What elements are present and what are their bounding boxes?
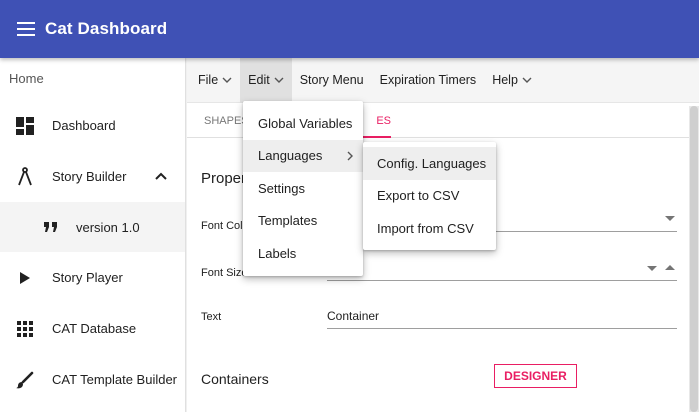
menu-edit-label: Edit [248,73,270,87]
hamburger-menu-icon[interactable] [17,22,35,36]
app-bar: Cat Dashboard [0,0,699,58]
menu-item-templates[interactable]: Templates [243,205,363,238]
edit-dropdown-menu: Global Variables Languages Settings Temp… [243,101,363,276]
sidebar-item-label: Story Builder [52,169,127,184]
containers-heading: Containers [201,371,269,387]
compass-icon [14,166,36,187]
text-input[interactable]: Container [327,301,677,329]
font-size-label: Font Size [201,267,248,279]
chevron-down-icon [274,77,284,83]
chevron-up-icon[interactable] [155,168,167,183]
menu-item-settings[interactable]: Settings [243,172,363,205]
quote-icon [40,217,62,237]
menu-expiration-timers[interactable]: Expiration Timers [372,58,485,103]
menu-item-languages-label: Languages [258,148,323,164]
vertical-scrollbar[interactable] [689,106,699,412]
dashboard-icon [14,116,36,136]
designer-button[interactable]: DESIGNER [494,364,577,388]
text-input-value: Container [327,309,380,323]
chevron-down-icon [522,77,532,83]
languages-submenu: Config. Languages Export to CSV Import f… [363,142,496,250]
sidebar-item-story-player[interactable]: Story Player [0,252,185,303]
menu-item-export-csv[interactable]: Export to CSV [363,180,496,213]
menu-expiration-label: Expiration Timers [379,73,477,87]
sidebar-item-cat-database[interactable]: CAT Database [0,303,185,354]
sidebar-item-label: CAT Template Builder [52,372,178,387]
menu-file-label: File [198,73,219,87]
section-title: Proper [201,170,247,187]
text-label: Text [201,311,222,323]
font-size-stepper[interactable] [327,253,677,281]
menu-help-label: Help [492,73,518,87]
grid-icon [14,319,36,339]
menu-item-labels[interactable]: Labels [243,237,363,270]
sidebar-item-cat-template-builder[interactable]: CAT Template Builder [0,354,185,405]
sidebar-item-version[interactable]: version 1.0 [0,202,185,252]
sidebar-item-label: CAT Database [52,321,137,336]
brush-icon [14,370,36,390]
scrollbar-thumb[interactable] [690,106,698,412]
sidebar-home-link[interactable]: Home [0,58,185,100]
menu-item-config-languages[interactable]: Config. Languages [363,147,496,180]
menu-file[interactable]: File [190,58,240,103]
tab-properties[interactable]: ES [363,104,391,138]
tab-shapes[interactable]: SHAPES [204,104,249,138]
menu-item-global-variables[interactable]: Global Variables [243,107,363,140]
sidebar-item-dashboard[interactable]: Dashboard [0,100,185,151]
font-color-label: Font Colo [201,220,249,232]
dropdown-arrow-icon [665,216,675,221]
sidebar-item-story-builder[interactable]: Story Builder [0,151,185,202]
play-icon [14,268,36,288]
menu-item-languages[interactable]: Languages [243,139,363,172]
decrement-arrow-icon[interactable] [647,266,657,271]
app-title: Cat Dashboard [45,19,168,38]
menu-story-label: Story Menu [299,73,364,87]
sidebar-item-label: Dashboard [52,118,116,133]
sidebar-item-label: version 1.0 [76,219,140,235]
menu-story-menu[interactable]: Story Menu [292,58,372,103]
increment-arrow-icon[interactable] [665,265,675,270]
menu-help[interactable]: Help [484,58,540,103]
chevron-down-icon [222,77,232,83]
menu-bar: File Edit Story Menu Expiration Timers H… [187,57,699,103]
menu-edit[interactable]: Edit [240,57,292,103]
chevron-right-icon [347,151,353,160]
sidebar-item-label: Story Player [52,270,123,285]
menu-item-import-csv[interactable]: Import from CSV [363,212,496,245]
sidebar: Home Dashboard Story Builder version 1.0… [0,58,186,412]
